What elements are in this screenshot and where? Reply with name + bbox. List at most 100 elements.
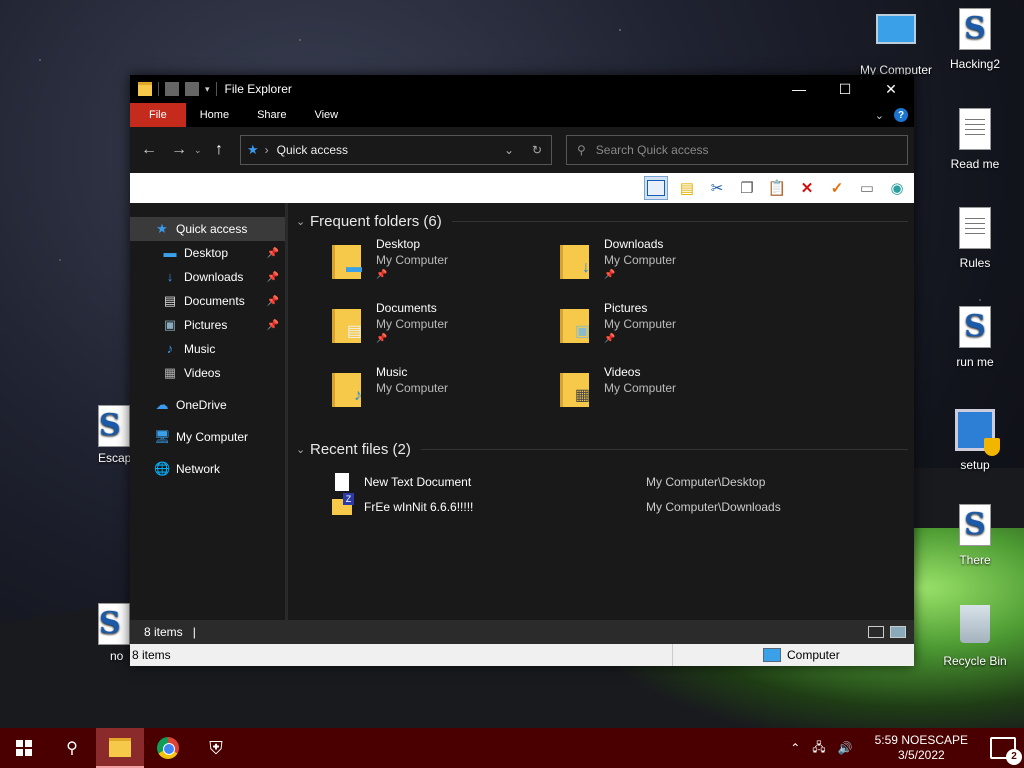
search-button[interactable]: ⚲ [48, 728, 96, 768]
desktop-icon-hacking2[interactable]: S Hacking2 [937, 8, 1013, 71]
address-dropdown-icon[interactable]: ⌄ [495, 143, 523, 157]
address-location: Quick access [276, 143, 349, 157]
window-title: File Explorer [224, 82, 292, 96]
installer-icon [955, 409, 1000, 456]
zip-archive-icon: Z [332, 492, 354, 517]
desktop-icon-read-me[interactable]: Read me [937, 108, 1013, 171]
chevron-right-icon: › [264, 143, 269, 157]
desktop-icon: ▬ [163, 245, 177, 260]
tab-file[interactable]: File [130, 103, 186, 127]
videos-folder-icon: ▦ [558, 367, 594, 407]
tab-view[interactable]: View [300, 103, 352, 127]
desktop-icon-my-computer[interactable]: My Computer [858, 8, 934, 77]
start-button[interactable] [0, 728, 48, 768]
recent-locations-icon[interactable]: ⌄ [194, 145, 204, 156]
status-bar: 8 items | [130, 620, 914, 644]
desktop-icon-escap[interactable]: S Escap [78, 405, 130, 465]
text-file-icon [955, 207, 995, 253]
desktop-icon-rules[interactable]: Rules [937, 207, 1013, 270]
nav-item-music[interactable]: ♪ Music [130, 337, 285, 361]
taskbar-chrome[interactable] [144, 728, 192, 768]
notification-center-icon[interactable]: 2 [990, 737, 1022, 765]
search-icon: ⚲ [577, 143, 586, 157]
forward-arrow-icon[interactable]: → [164, 141, 194, 159]
taskbar-security[interactable]: ⛨ [192, 728, 240, 768]
checkmark-icon[interactable]: ✓ [826, 177, 848, 199]
close-button[interactable]: ✕ [868, 75, 914, 103]
chevron-up-icon[interactable]: ⌃ [790, 741, 800, 755]
delete-icon[interactable]: ✕ [796, 177, 818, 199]
refresh-icon[interactable]: ↻ [523, 143, 551, 157]
pin-icon: 📌 [376, 333, 388, 343]
script-icon: S [98, 405, 130, 451]
expand-ribbon-icon[interactable]: ⌄ [875, 109, 884, 122]
pictures-folder-icon: ▣ [558, 303, 594, 343]
navigation-pane: ★ Quick access ▬ Desktop 📌 ↓ Downloads 📌… [130, 203, 288, 620]
folder-options-button[interactable]: ▤ [676, 177, 698, 199]
pin-icon: 📌 [266, 271, 279, 283]
text-file-icon [332, 472, 352, 492]
desktop-icon-recycle-bin[interactable]: Recycle Bin [937, 603, 1013, 668]
globe-icon[interactable]: ◉ [886, 177, 908, 199]
frequent-folder-videos[interactable]: ▦ Videos My Computer [558, 365, 786, 429]
rename-icon[interactable]: ▭ [856, 177, 878, 199]
nav-item-downloads[interactable]: ↓ Downloads 📌 [130, 265, 285, 289]
copy-icon[interactable]: ❐ [736, 177, 758, 199]
address-bar[interactable]: ★ › Quick access ⌄ ↻ [240, 135, 552, 165]
nav-item-my-computer[interactable]: 🖥 My Computer [130, 425, 285, 449]
tab-home[interactable]: Home [186, 103, 243, 127]
minimize-button[interactable]: — [776, 75, 822, 103]
taskbar-file-explorer[interactable] [96, 728, 144, 768]
frequent-folder-desktop[interactable]: ▬ Desktop My Computer 📌 [330, 237, 558, 301]
computer-icon [763, 648, 781, 662]
network-status-icon[interactable]: 🖧 [812, 738, 825, 759]
large-icons-view-icon[interactable] [890, 626, 906, 638]
recent-files-header[interactable]: ⌄ Recent files (2) [296, 437, 914, 461]
cut-icon[interactable]: ✂ [706, 177, 728, 199]
chevron-down-icon: ⌄ [296, 215, 306, 228]
file-explorer-window[interactable]: ▾ File Explorer — ☐ ✕ File Home Share Vi… [130, 75, 914, 666]
nav-item-onedrive[interactable]: ☁ OneDrive [130, 393, 285, 417]
preview-pane-button[interactable] [644, 176, 668, 200]
tab-share[interactable]: Share [243, 103, 300, 127]
system-tray: ⌃ 🖧 🔊 5:59 NOESCAPE 3/5/2022 2 [790, 733, 1024, 765]
nav-item-quick-access[interactable]: ★ Quick access [130, 217, 285, 241]
clock[interactable]: 5:59 NOESCAPE 3/5/2022 [875, 733, 968, 763]
properties-icon[interactable] [165, 82, 179, 96]
customize-toolbar-icon[interactable]: ▾ [205, 84, 210, 95]
recent-file-row[interactable]: New Text Document My Computer\Desktop [296, 469, 914, 494]
content-pane: ⌄ Frequent folders (6) ▬ Desktop My Compu… [288, 203, 914, 620]
recent-file-row[interactable]: Z FrEe wInNit 6.6.6!!!!! My Computer\Dow… [296, 492, 914, 519]
navigation-bar: ← → ⌄ ↑ ★ › Quick access ⌄ ↻ ⚲ Search Qu… [130, 127, 914, 173]
desktop-icon-setup[interactable]: setup [937, 405, 1013, 472]
script-icon: S [955, 504, 995, 550]
volume-icon[interactable]: 🔊 [838, 741, 853, 755]
frequent-folder-documents[interactable]: ▤ Documents My Computer 📌 [330, 301, 558, 365]
search-input[interactable]: ⚲ Search Quick access [566, 135, 908, 165]
nav-item-network[interactable]: 🌐 Network [130, 457, 285, 481]
up-arrow-icon[interactable]: ↑ [204, 141, 234, 159]
help-icon[interactable]: ? [894, 108, 908, 122]
frequent-folder-pictures[interactable]: ▣ Pictures My Computer 📌 [558, 301, 786, 365]
nav-item-videos[interactable]: ▦ Videos [130, 361, 285, 385]
back-arrow-icon[interactable]: ← [134, 141, 164, 159]
nav-item-documents[interactable]: ▤ Documents 📌 [130, 289, 285, 313]
nav-item-pictures[interactable]: ▣ Pictures 📌 [130, 313, 285, 337]
title-bar[interactable]: ▾ File Explorer — ☐ ✕ [130, 75, 914, 103]
new-folder-icon[interactable] [185, 82, 199, 96]
details-view-icon[interactable] [868, 626, 884, 638]
taskbar: ⚲ ⛨ ⌃ 🖧 🔊 5:59 NOESCAPE 3/5/2022 2 [0, 728, 1024, 768]
frequent-folders-header[interactable]: ⌄ Frequent folders (6) [296, 209, 914, 233]
pin-icon: 📌 [266, 319, 279, 331]
paste-icon[interactable]: 📋 [766, 177, 788, 199]
desktop-icon-there[interactable]: S There [937, 504, 1013, 567]
desktop-icon-no[interactable]: S no [78, 603, 130, 663]
frequent-folder-music[interactable]: ♪ Music My Computer [330, 365, 558, 429]
nav-item-desktop[interactable]: ▬ Desktop 📌 [130, 241, 285, 265]
pin-icon: 📌 [266, 247, 279, 259]
desktop-icon-run-me[interactable]: S run me [937, 306, 1013, 369]
maximize-button[interactable]: ☐ [822, 75, 868, 103]
frequent-folder-downloads[interactable]: ↓ Downloads My Computer 📌 [558, 237, 786, 301]
script-icon: S [955, 8, 995, 54]
pin-icon: 📌 [376, 269, 388, 279]
